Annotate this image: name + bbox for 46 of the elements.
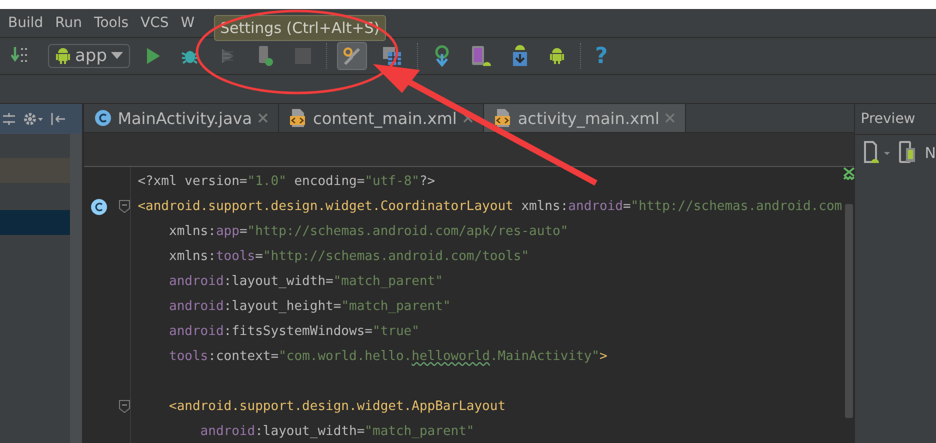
code-line: android:layout_height="match_parent" — [168, 298, 452, 316]
close-icon[interactable] — [462, 113, 473, 124]
menu-item[interactable]: Build — [8, 15, 44, 31]
phone-icon[interactable] — [898, 141, 917, 165]
android-icon — [55, 47, 71, 65]
code-line: android:layout_width="match_parent" — [199, 423, 476, 441]
help-button[interactable]: ? — [591, 44, 612, 68]
code-line: android:layout_width="match_parent" — [168, 273, 444, 291]
run-config-dropdown[interactable]: app — [48, 44, 130, 68]
fold-icon[interactable] — [118, 200, 130, 213]
xml-file-icon — [289, 108, 308, 128]
panel-title: Preview — [854, 104, 936, 135]
menu-item[interactable]: Run — [55, 15, 82, 31]
class-icon — [94, 109, 112, 128]
download-icon — [511, 45, 529, 67]
scrollbar-thumb[interactable] — [845, 204, 854, 418]
gear-icon[interactable] — [22, 111, 44, 127]
code-line: xmlns:app="http://schemas.android.com/apk/res-auto" — [168, 223, 570, 241]
code-line: <?xml version="1.0" encoding="utf-8"?> — [138, 173, 436, 191]
code-line: tools:context="com.world.hello.helloworld.MainActivity"> — [168, 348, 608, 366]
caret-icon — [111, 52, 123, 60]
fold-icon[interactable] — [118, 400, 130, 413]
menu-item[interactable]: VCS — [140, 15, 169, 31]
sync-icon — [433, 45, 451, 67]
close-icon[interactable] — [258, 113, 268, 124]
code-line: xmlns:tools="http://schemas.android.com/tools" — [168, 248, 530, 266]
code-line: android:fitsSystemWindows="true" — [168, 323, 420, 341]
code-line: <android.support.design.widget.CoordinatorLayout xmlns:android="http://schemas.android.com — [138, 198, 844, 216]
check-icon — [843, 167, 856, 180]
pin-icon[interactable] — [50, 111, 66, 127]
menu-item[interactable]: Tools — [94, 15, 129, 31]
run-icon — [145, 47, 161, 65]
editor-tab[interactable]: activity_main.xml — [484, 104, 686, 132]
toolbar-label: N — [924, 144, 936, 162]
tooltip: Settings (Ctrl+Alt+S) — [214, 15, 386, 41]
code-line: <android.support.design.widget.AppBarLayout — [168, 398, 507, 416]
wrench-icon — [342, 46, 362, 66]
collapse-icon[interactable] — [2, 112, 16, 126]
scrollbar[interactable] — [70, 134, 82, 443]
android-icon — [549, 47, 565, 65]
menu-item[interactable]: W — [180, 15, 195, 31]
grid-icon — [382, 46, 402, 66]
xml-file-icon — [494, 108, 512, 128]
phone-icon — [257, 45, 275, 67]
device-icon[interactable] — [862, 141, 891, 165]
phone-icon — [471, 45, 491, 67]
